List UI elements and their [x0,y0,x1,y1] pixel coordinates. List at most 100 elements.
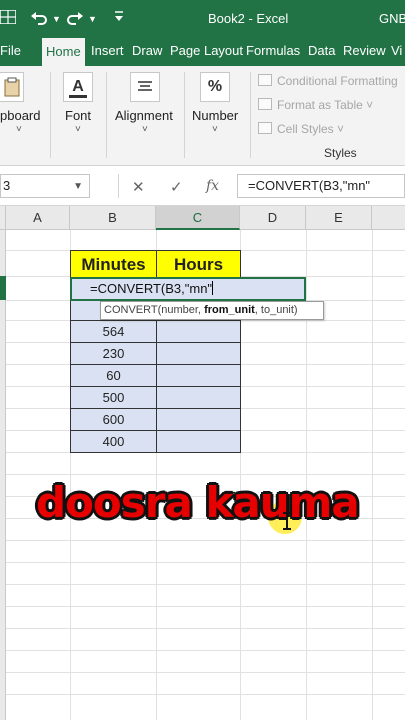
tooltip-prefix: CONVERT(number, [104,304,205,316]
ribbon-divider [50,72,51,158]
excel-grid-icon[interactable] [0,9,17,27]
cell-styles-button[interactable]: Cell Styles ˅ [258,122,344,136]
name-box[interactable]: 3 ▼ [0,174,90,198]
font-group[interactable]: A Font ˅ [56,66,102,166]
gridline [6,628,405,629]
tooltip-current-argument: from_unit [204,304,255,316]
tab-data[interactable]: Data [308,36,335,66]
gridline [6,562,405,563]
alignment-label: Alignment [115,108,173,123]
format-as-table-button[interactable]: Format as Table ˅ [258,98,373,112]
alignment-lines-icon[interactable] [130,72,160,102]
tab-view[interactable]: Vi [391,36,402,66]
tab-review[interactable]: Review [343,36,386,66]
formula-bar-divider [118,174,119,198]
data-cell-c[interactable] [156,386,241,409]
tab-file[interactable]: File [0,36,21,66]
font-label: Font [65,108,92,123]
data-cell-c[interactable] [156,430,241,453]
redo-icon[interactable] [66,10,84,29]
active-cell-editor[interactable]: =CONVERT(B3,"mn" [70,277,306,301]
gridline [6,694,405,695]
data-cell-c[interactable] [156,364,241,387]
gridline [6,606,405,607]
caption-overlay: doosra kauma [36,478,360,527]
conditional-formatting-button[interactable]: Conditional Formatting [258,74,398,88]
conditional-formatting-icon [258,74,272,86]
font-a-icon[interactable]: A [63,72,93,102]
gridline [6,650,405,651]
percent-icon[interactable]: % [200,72,230,102]
name-box-value: 3 [3,178,11,193]
data-cell-b[interactable]: 60 [70,364,157,387]
tooltip-suffix: , to_unit) [254,304,298,316]
tab-page-layout[interactable]: Page Layout [170,36,243,66]
column-headers: A B C D E [0,206,405,230]
number-label: Number [192,108,239,123]
gridline [372,230,373,720]
formula-input[interactable]: =CONVERT(B3,"mn" [237,174,405,198]
data-cell-b[interactable]: 564 [70,320,157,343]
gridline [6,584,405,585]
tab-formulas[interactable]: Formulas [246,36,300,66]
column-header-e[interactable]: E [306,206,372,230]
conditional-formatting-label: Conditional Formatting [277,74,398,88]
format-as-table-icon [258,98,272,110]
column-header-c[interactable]: C [156,206,240,230]
ribbon-home: pboard ˅ A Font ˅ Alignment ˅ % Number ˅… [0,66,405,166]
data-cell-b[interactable]: 500 [70,386,157,409]
data-cell-b[interactable]: 600 [70,408,157,431]
header-cell-minutes[interactable]: Minutes [70,250,157,278]
enter-icon[interactable]: ✓ [170,178,183,196]
clipboard-chevron-icon: ˅ [16,124,22,135]
column-header-d[interactable]: D [240,206,306,230]
function-tooltip[interactable]: CONVERT(number, from_unit, to_unit) [100,301,324,320]
tab-home[interactable]: Home [42,38,85,66]
clipboard-label: pboard [0,108,41,123]
cell-styles-icon [258,122,272,134]
row-headers[interactable] [0,230,6,720]
document-title: Book2 - Excel [208,11,289,26]
user-name[interactable]: GNB [379,11,405,26]
clipboard-group[interactable]: pboard ˅ [0,66,46,166]
ribbon-tabs: File Home Insert Draw Page Layout Formul… [0,36,405,66]
active-cell-text: =CONVERT(B3,"mn" [90,281,213,296]
redo-dropdown-icon[interactable]: ▼ [88,14,97,24]
column-header-a[interactable]: A [6,206,70,230]
cell-styles-label: Cell Styles ˅ [277,122,345,136]
font-chevron-icon: ˅ [75,124,81,135]
ribbon-divider [184,72,185,158]
header-cell-hours[interactable]: Hours [156,250,241,278]
format-as-table-label: Format as Table ˅ [277,98,374,112]
tab-draw[interactable]: Draw [132,36,162,66]
formula-bar: 3 ▼ ✕ ✓ fx =CONVERT(B3,"mn" [0,166,405,206]
title-bar: ▼ ▼ Book2 - Excel GNB [0,0,405,36]
data-cell-c[interactable] [156,320,241,343]
number-group[interactable]: % Number ˅ [188,66,246,166]
row-header-selected[interactable] [0,276,6,300]
styles-group-label: Styles [324,146,357,160]
alignment-chevron-icon: ˅ [142,124,148,135]
column-header-f[interactable] [372,206,405,230]
cancel-icon[interactable]: ✕ [132,178,145,196]
data-cell-b[interactable]: 230 [70,342,157,365]
data-cell-b[interactable]: 400 [70,430,157,453]
undo-dropdown-icon[interactable]: ▼ [52,14,61,24]
column-header-b[interactable]: B [70,206,156,230]
gridline [6,672,405,673]
gridline [6,540,405,541]
ribbon-divider [250,72,251,158]
paste-icon[interactable] [0,72,24,102]
undo-icon[interactable] [30,10,48,29]
tab-insert[interactable]: Insert [91,36,124,66]
name-box-dropdown-icon[interactable]: ▼ [73,176,83,198]
number-chevron-icon: ˅ [212,124,218,135]
text-cursor [212,281,214,295]
alignment-group[interactable]: Alignment ˅ [112,66,180,166]
customize-qat-icon[interactable] [114,10,124,25]
insert-function-icon[interactable]: fx [206,178,219,194]
i-beam-cursor-icon [282,512,292,535]
ribbon-divider [106,72,107,158]
data-cell-c[interactable] [156,408,241,431]
data-cell-c[interactable] [156,342,241,365]
